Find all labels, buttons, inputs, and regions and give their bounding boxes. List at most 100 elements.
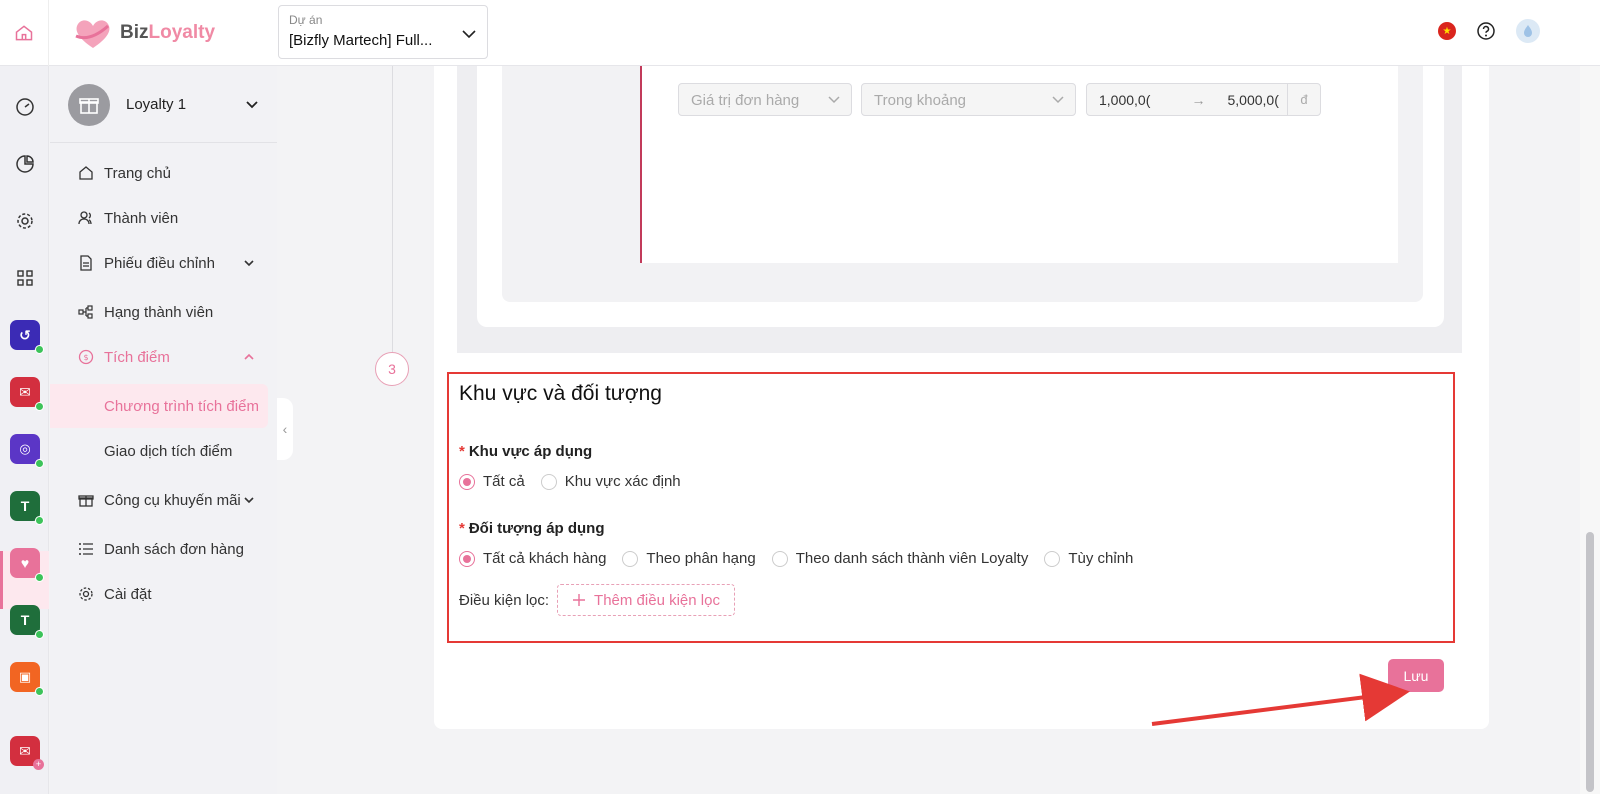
top-icons: ★: [1438, 19, 1540, 43]
sidebar-item-home[interactable]: Trang chủ: [50, 151, 277, 195]
region-radio-group: Tất cả Khu vực xác định: [459, 473, 681, 490]
app-bot-rail-button[interactable]: ◎: [10, 434, 44, 468]
app-mail-rail-button[interactable]: ✉: [10, 377, 44, 411]
scroll-thumb[interactable]: [1586, 532, 1594, 792]
program-name: Loyalty 1: [126, 96, 187, 113]
section-title: Khu vực và đối tượng: [459, 382, 662, 405]
sidebar-item-promotions[interactable]: Công cụ khuyến mãi: [50, 478, 277, 522]
chevron-up-icon: [244, 353, 254, 360]
sidebar-item-label: Phiếu điều chỉnh: [104, 254, 215, 272]
tier-icon: [78, 305, 93, 319]
pie-chart-icon: [16, 155, 34, 173]
shopping-bag-icon: ▣: [18, 669, 32, 684]
report-rail-button[interactable]: [10, 149, 40, 179]
online-dot: [35, 516, 44, 525]
audience-option-all[interactable]: Tất cả khách hàng: [459, 550, 606, 567]
app-blue-rail-button[interactable]: ↺: [10, 320, 44, 354]
chevron-down-icon: [462, 30, 476, 39]
range-from-input[interactable]: 1,000,0(: [1087, 92, 1192, 108]
radio-unchecked[interactable]: [1044, 550, 1061, 567]
chevron-down-icon: [244, 260, 254, 267]
gear-icon: [79, 587, 93, 601]
app-mail-add-rail-button[interactable]: ✉ +: [10, 736, 44, 770]
radio-label: Tất cả khách hàng: [483, 550, 607, 567]
add-filter-button[interactable]: Thêm điều kiện lọc: [557, 584, 735, 616]
logo-text: BizLoyalty: [120, 22, 216, 43]
audience-label-text: Đối tượng áp dụng: [468, 520, 605, 537]
audience-radio-group: Tất cả khách hàng Theo phân hạng Theo da…: [459, 550, 1133, 567]
radio-label: Theo danh sách thành viên Loyalty: [795, 550, 1029, 567]
heart-logo-icon: [75, 20, 110, 48]
save-button[interactable]: Lưu: [1388, 659, 1444, 692]
sidebar-item-label: Tích điểm: [104, 348, 170, 366]
audience-option-tier[interactable]: Theo phân hạng: [622, 550, 756, 567]
online-dot: [35, 573, 44, 582]
filter-label: Điều kiện lọc:: [459, 591, 550, 609]
gear-icon: [17, 213, 33, 229]
sidebar-item-points-program[interactable]: Chương trình tích điểm: [50, 384, 268, 428]
chevron-down-icon: [1052, 96, 1064, 104]
heart-icon: ♥: [20, 555, 30, 571]
sidebar-item-label: Danh sách đơn hàng: [104, 540, 244, 558]
home-icon: [15, 25, 33, 41]
region-option-specific[interactable]: Khu vực xác định: [540, 473, 681, 490]
online-dot: [35, 630, 44, 639]
sidebar-item-orders[interactable]: Danh sách đơn hàng: [50, 527, 277, 571]
chevron-down-icon: [244, 497, 254, 504]
vietnam-flag-icon[interactable]: ★: [1438, 22, 1456, 40]
dashboard-rail-button[interactable]: [10, 92, 40, 122]
project-select[interactable]: Dự án [Bizfly Martech] Full...: [278, 5, 488, 59]
sidebar-item-tiers[interactable]: Hạng thành viên: [50, 290, 277, 334]
plus-icon: [573, 594, 586, 606]
filter-row: Điều kiện lọc: Thêm điều kiện lọc: [459, 584, 735, 616]
radio-unchecked[interactable]: [540, 473, 557, 490]
radio-unchecked[interactable]: [622, 550, 639, 567]
sidebar-item-points[interactable]: $ Tích điểm: [50, 335, 277, 379]
settings-rail-button[interactable]: [10, 206, 40, 236]
home-button[interactable]: [0, 0, 49, 66]
online-dot: [35, 345, 44, 354]
user-avatar[interactable]: [1516, 19, 1540, 43]
app-green-rail-button[interactable]: T: [10, 491, 44, 525]
chevron-down-icon: [828, 96, 840, 104]
audience-option-list[interactable]: Theo danh sách thành viên Loyalty: [771, 550, 1029, 567]
program-switcher[interactable]: Loyalty 1: [50, 66, 277, 143]
chevron-down-icon: [246, 101, 258, 109]
sidebar-item-label: Cài đặt: [104, 585, 152, 603]
required-mark: *: [459, 520, 465, 537]
online-dot: [35, 459, 44, 468]
biz-loyalty-logo: BizLoyalty: [72, 14, 215, 52]
coin-icon: $: [78, 349, 94, 365]
arrow-right-icon: →: [1191, 91, 1206, 108]
highlight-box: Khu vực và đối tượng * Khu vực áp dụng Tấ…: [447, 372, 1455, 643]
radio-unchecked[interactable]: [771, 550, 788, 567]
audience-option-custom[interactable]: Tùy chỉnh: [1044, 550, 1133, 567]
sidebar-item-settings[interactable]: Cài đặt: [50, 572, 277, 616]
condition-operator-value: Trong khoảng: [874, 92, 967, 109]
home-icon: [79, 166, 93, 180]
app-green2-rail-button[interactable]: T: [10, 605, 44, 639]
radio-label: Khu vực xác định: [564, 473, 681, 490]
radio-checked[interactable]: [459, 550, 475, 567]
radio-checked[interactable]: [459, 473, 475, 490]
sidebar-item-adjustment[interactable]: Phiếu điều chỉnh: [50, 241, 277, 285]
help-icon[interactable]: [1476, 21, 1496, 41]
sidebar: Loyalty 1 Trang chủ Thành viên Phiếu điề…: [50, 66, 277, 794]
scrollbar[interactable]: [1580, 66, 1600, 794]
top-bar: BizLoyalty Dự án [Bizfly Martech] Full..…: [0, 0, 1600, 66]
condition-field-select[interactable]: Giá trị đơn hàng: [678, 83, 852, 116]
audience-label: * Đối tượng áp dụng: [459, 520, 605, 537]
region-option-all[interactable]: Tất cả: [459, 473, 525, 490]
apps-rail-button[interactable]: [10, 263, 40, 293]
radio-label: Theo phân hạng: [646, 550, 756, 567]
app-shop-rail-button[interactable]: ▣: [10, 662, 44, 696]
program-avatar: [68, 84, 110, 126]
app-rail: ↺ ✉ ◎ T ♥ T ▣ ✉ +: [0, 66, 49, 794]
sidebar-item-members[interactable]: Thành viên: [50, 196, 277, 240]
condition-range-input[interactable]: 1,000,0( → 5,000,0(: [1086, 83, 1321, 116]
condition-field-value: Giá trị đơn hàng: [691, 92, 800, 109]
sidebar-item-points-transactions[interactable]: Giao dịch tích điểm: [50, 429, 277, 473]
condition-operator-select[interactable]: Trong khoảng: [861, 83, 1076, 116]
project-label: Dự án: [289, 13, 323, 27]
app-loyalty-rail-button[interactable]: ♥: [10, 548, 44, 582]
